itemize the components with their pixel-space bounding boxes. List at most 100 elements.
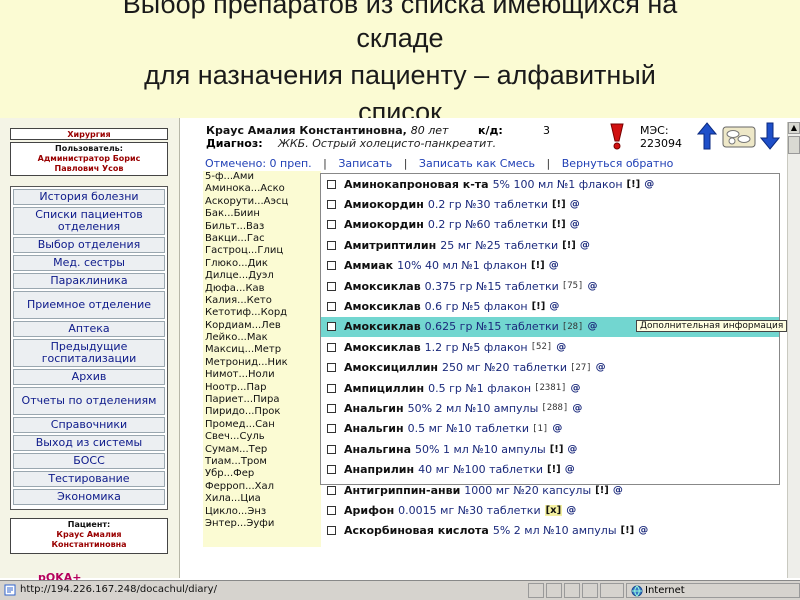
nav-nurses[interactable]: Мед. сестры	[13, 255, 165, 271]
drug-checkbox[interactable]	[327, 179, 336, 189]
drug-row[interactable]: Аммиак 10% 40 мл №1 флакон [!] @	[321, 256, 779, 276]
drug-checkbox[interactable]	[327, 526, 336, 536]
drug-checkbox[interactable]	[327, 424, 336, 434]
drug-checkbox[interactable]	[327, 383, 336, 393]
drug-info-link[interactable]: @	[549, 260, 559, 271]
vertical-scrollbar[interactable]: ▲	[787, 122, 800, 578]
drug-info-link[interactable]: @	[567, 444, 577, 455]
drug-row[interactable]: Амиокордин 0.2 гр №30 таблетки [!] @	[321, 194, 779, 214]
drug-info-link[interactable]: @	[571, 383, 581, 394]
save-as-mix-link[interactable]: Записать как Смесь	[419, 157, 535, 170]
alphabet-range-link[interactable]: Калия...Кето	[203, 295, 321, 307]
alphabet-range-link[interactable]: Гастроц...Глиц	[203, 245, 321, 257]
nav-prev-hospitalizations[interactable]: Предыдущие госпитализации	[13, 339, 165, 367]
alphabet-range-link[interactable]: Энтер...Эуфи	[203, 518, 321, 530]
drug-checkbox[interactable]	[327, 403, 336, 413]
drug-checkbox[interactable]	[327, 485, 336, 495]
pills-icon[interactable]	[722, 124, 756, 154]
drug-row[interactable]: Амоксиклав 0.6 гр №5 флакон [!] @	[321, 296, 779, 316]
drug-checkbox[interactable]	[327, 261, 336, 271]
drug-row[interactable]: Аминокапроновая к-та 5% 100 мл №1 флакон[…	[321, 174, 779, 194]
alphabet-range-link[interactable]: Хила...Циа	[203, 493, 321, 505]
nav-admission[interactable]: Приемное отделение	[13, 291, 165, 319]
scroll-thumb[interactable]	[788, 136, 800, 154]
drug-info-link[interactable]: @	[549, 301, 559, 312]
drug-info-link[interactable]: @	[587, 321, 597, 332]
drug-info-link[interactable]: @	[556, 342, 566, 353]
drug-info-link[interactable]: @	[570, 219, 580, 230]
drug-info-link[interactable]: @	[565, 464, 575, 475]
drug-checkbox[interactable]	[327, 322, 336, 332]
alphabet-range-link[interactable]: Дилце...Дуэл	[203, 270, 321, 282]
drug-checkbox[interactable]	[327, 444, 336, 454]
drug-info-link[interactable]: @	[566, 505, 576, 516]
alphabet-range-link[interactable]: Аскорути...Аэсц	[203, 196, 321, 208]
drug-checkbox[interactable]	[327, 302, 336, 312]
drug-info-link[interactable]: @	[613, 485, 623, 496]
alphabet-range-link[interactable]: Ферроп...Хал	[203, 481, 321, 493]
alphabet-range-link[interactable]: Метронид...Ник	[203, 357, 321, 369]
nav-select-department[interactable]: Выбор отделения	[13, 237, 165, 253]
go-back-link[interactable]: Вернуться обратно	[562, 157, 674, 170]
alphabet-range-link[interactable]: Убр...Фер	[203, 468, 321, 480]
drug-info-link[interactable]: @	[552, 423, 562, 434]
alphabet-range-link[interactable]: Промед...Сан	[203, 419, 321, 431]
drug-info-link[interactable]: @	[572, 403, 582, 414]
alphabet-range-link[interactable]: Пиридо...Прок	[203, 406, 321, 418]
drug-checkbox[interactable]	[327, 505, 336, 515]
nav-patient-lists[interactable]: Списки пациентов отделения	[13, 207, 165, 235]
drug-row[interactable]: Амитриптилин 25 мг №25 таблетки [!] @	[321, 235, 779, 255]
nav-logout[interactable]: Выход из системы	[13, 435, 165, 451]
drug-checkbox[interactable]	[327, 220, 336, 230]
drug-row[interactable]: Аскорбиновая кислота 5% 2 мл №10 ампулы [!…	[321, 521, 779, 541]
drug-row[interactable]: Анаприлин 40 мг №100 таблетки [!] @	[321, 459, 779, 479]
alphabet-range-link[interactable]: Лейко...Мак	[203, 332, 321, 344]
alphabet-range-link[interactable]: Глюко...Дик	[203, 258, 321, 270]
alphabet-range-link[interactable]: Дюфа...Кав	[203, 283, 321, 295]
alphabet-range-link[interactable]: Кетотиф...Корд	[203, 307, 321, 319]
drug-info-link[interactable]: @	[644, 179, 654, 190]
alphabet-range-link[interactable]: Нимот...Ноли	[203, 369, 321, 381]
nav-archive[interactable]: Архив	[13, 369, 165, 385]
alphabet-range-link[interactable]: Сумам...Тер	[203, 444, 321, 456]
alphabet-range-link[interactable]: 5-ф...Ами	[203, 171, 321, 183]
alphabet-range-link[interactable]: Бак...Биин	[203, 208, 321, 220]
drug-checkbox[interactable]	[327, 363, 336, 373]
nav-department-reports[interactable]: Отчеты по отделениям	[13, 387, 165, 415]
arrow-up-icon[interactable]	[696, 122, 718, 154]
drug-info-link[interactable]: @	[596, 362, 606, 373]
alphabet-range-link[interactable]: Аминока...Аско	[203, 183, 321, 195]
drug-row[interactable]: Амоксициллин 250 мг №20 таблетки [27] @	[321, 358, 779, 378]
nav-references[interactable]: Справочники	[13, 417, 165, 433]
alphabet-range-link[interactable]: Ноотр...Пар	[203, 382, 321, 394]
nav-paraclinic[interactable]: Параклиника	[13, 273, 165, 289]
drug-row[interactable]: Анальгин 50% 2 мл №10 ампулы [288] @	[321, 398, 779, 418]
drug-info-link[interactable]: @	[580, 240, 590, 251]
alphabet-range-link[interactable]: Кордиам...Лев	[203, 320, 321, 332]
drug-row[interactable]: Амоксиклав 1.2 гр №5 флакон [52] @	[321, 337, 779, 357]
alphabet-range-link[interactable]: Бильт...Ваз	[203, 221, 321, 233]
alphabet-range-link[interactable]: Максиц...Метр	[203, 344, 321, 356]
save-link[interactable]: Записать	[338, 157, 392, 170]
drug-row[interactable]: Анальгин 0.5 мг №10 таблетки [1] @	[321, 419, 779, 439]
drug-checkbox[interactable]	[327, 342, 336, 352]
drug-checkbox[interactable]	[327, 200, 336, 210]
drug-info-link[interactable]: @	[638, 525, 648, 536]
drug-checkbox[interactable]	[327, 281, 336, 291]
alphabet-range-link[interactable]: Париет...Пира	[203, 394, 321, 406]
nav-testing[interactable]: Тестирование	[13, 471, 165, 487]
scroll-up-icon[interactable]: ▲	[788, 122, 800, 134]
drug-checkbox[interactable]	[327, 465, 336, 475]
drug-row[interactable]: Ампициллин 0.5 гр №1 флакон [2381] @	[321, 378, 779, 398]
drug-info-link[interactable]: @	[570, 199, 580, 210]
drug-row[interactable]: Антигриппин-анви 1000 мг №20 капсулы [!] @	[321, 480, 779, 500]
alphabet-range-link[interactable]: Цикло...Энз	[203, 506, 321, 518]
nav-boss[interactable]: БОСС	[13, 453, 165, 469]
drug-row[interactable]: Амиокордин 0.2 гр №60 таблетки [!] @	[321, 215, 779, 235]
drug-info-link[interactable]: @	[587, 281, 597, 292]
nav-history[interactable]: История болезни	[13, 189, 165, 205]
alphabet-range-link[interactable]: Тиам...Тром	[203, 456, 321, 468]
nav-pharmacy[interactable]: Аптека	[13, 321, 165, 337]
nav-economics[interactable]: Экономика	[13, 489, 165, 505]
drug-row[interactable]: Амоксиклав 0.375 гр №15 таблетки [75] @	[321, 276, 779, 296]
